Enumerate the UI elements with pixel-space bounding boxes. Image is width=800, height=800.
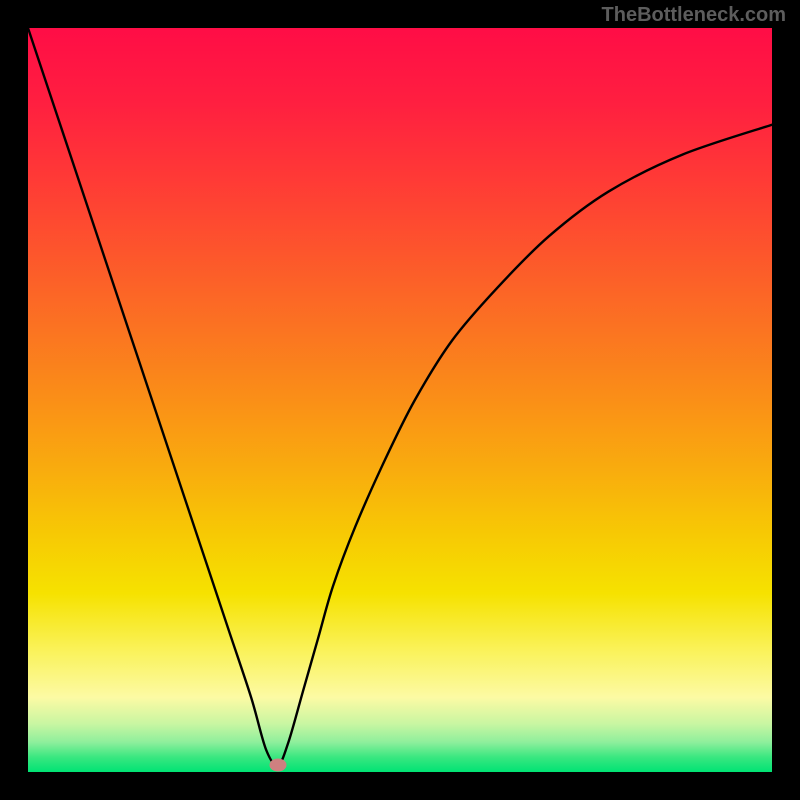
watermark-text: TheBottleneck.com [602, 4, 786, 27]
chart-plot-area [28, 28, 772, 772]
min-marker [269, 759, 286, 772]
chart-curve [28, 28, 772, 772]
